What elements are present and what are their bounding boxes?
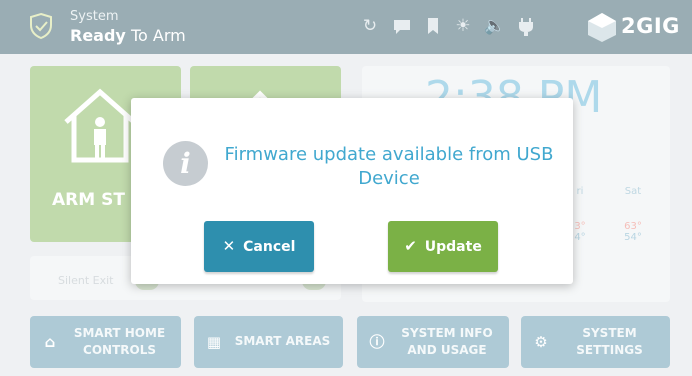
update-label: Update <box>424 239 482 255</box>
cancel-button[interactable]: ✕ Cancel <box>204 221 314 272</box>
close-icon: ✕ <box>222 237 236 255</box>
dialog-message: Firmware update available from USB Devic… <box>224 144 554 189</box>
check-icon: ✔ <box>404 237 417 255</box>
cancel-label: Cancel <box>243 239 296 255</box>
info-icon: i <box>163 141 208 186</box>
firmware-update-dialog <box>131 98 573 284</box>
update-button[interactable]: ✔ Update <box>388 221 498 272</box>
